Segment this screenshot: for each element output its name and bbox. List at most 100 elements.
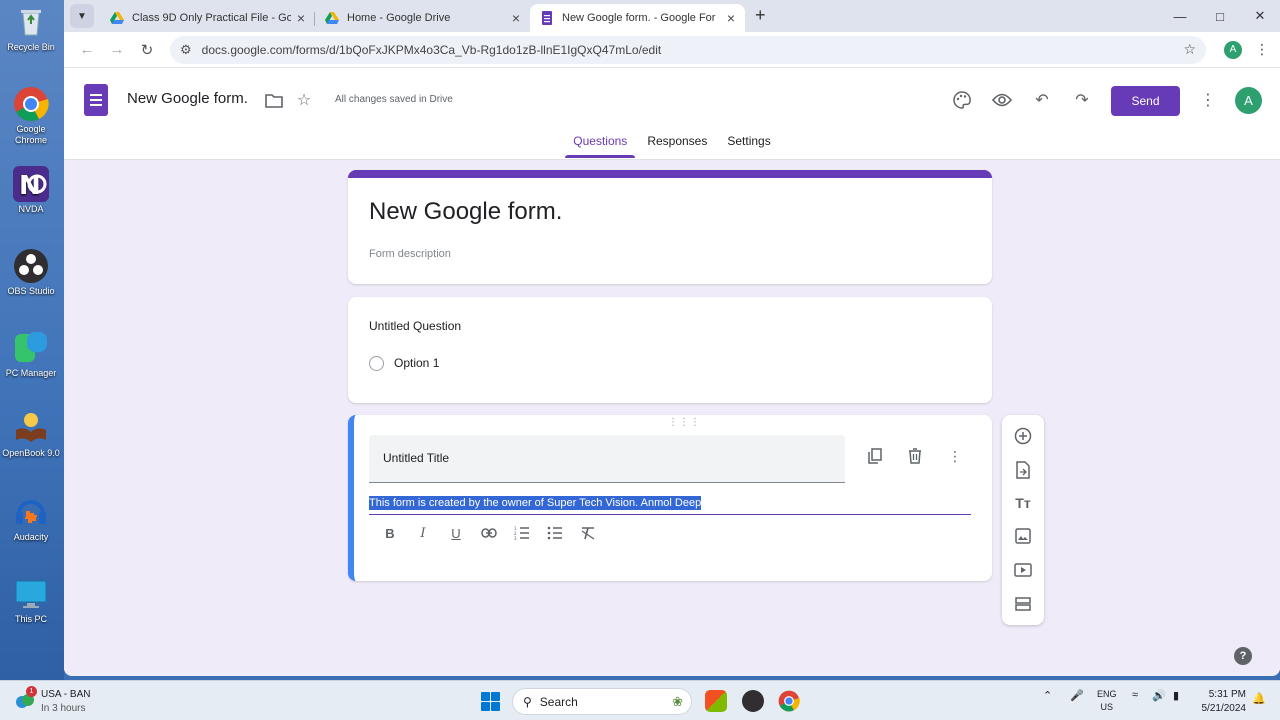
drag-handle-icon[interactable]: ⋮⋮⋮ [668,417,701,428]
chevron-up-icon[interactable]: ⌃ [1043,689,1052,702]
undo-icon[interactable]: ↶ [1030,88,1054,112]
add-image-icon[interactable] [1011,524,1035,548]
notification-badge: 1 [26,686,37,697]
document-title[interactable]: New Google form. [127,90,248,107]
selected-description-text: This form is created by the owner of Sup… [369,496,702,510]
bookmark-star-icon[interactable]: ☆ [1183,41,1196,58]
section-description-input[interactable]: This form is created by the owner of Sup… [369,495,971,515]
openbook-icon [13,410,49,446]
desktop-icon-audacity[interactable]: Audacity [0,494,62,543]
folder-icon[interactable] [262,88,286,112]
import-questions-icon[interactable] [1011,458,1035,482]
redo-icon[interactable]: ↷ [1070,88,1094,112]
minimize-icon[interactable]: — [1160,0,1200,32]
radio-button [369,356,384,371]
add-section-icon[interactable] [1011,592,1035,616]
new-tab-icon[interactable]: + [755,5,766,26]
search-label: Search [539,694,578,709]
add-video-icon[interactable] [1011,558,1035,582]
copilot-app-icon[interactable] [705,690,727,712]
clear-formatting-icon[interactable] [576,521,600,545]
google-forms-logo-icon[interactable] [84,84,108,116]
question-title[interactable]: Untitled Question [369,319,461,333]
form-title[interactable]: New Google form. [369,198,562,226]
close-icon[interactable]: × [512,10,520,26]
duplicate-icon[interactable] [864,445,886,467]
palette-icon[interactable] [950,88,974,112]
chrome-taskbar-icon[interactable] [778,690,800,712]
google-drive-icon [325,12,339,24]
account-avatar[interactable]: A [1235,87,1262,114]
tab-settings[interactable]: Settings [719,128,778,158]
taskbar-search[interactable]: ⚲ Search ❀ [512,688,692,715]
obs-taskbar-icon[interactable] [742,690,764,712]
desktop-icon-obs[interactable]: OBS Studio [0,248,62,297]
send-button[interactable]: Send [1111,86,1180,116]
help-icon[interactable]: ? [1234,647,1252,665]
notification-bell-icon[interactable]: 🔔 [1252,692,1266,705]
url-text[interactable]: docs.google.com/forms/d/1bQoFxJKPMx4o3Ca… [202,43,1184,57]
link-icon[interactable] [477,521,501,545]
title-description-card[interactable]: ⋮⋮⋮ Untitled Title ⋮ This form is create… [348,415,992,581]
desktop: Recycle Bin Google Chrome N NVDA OBS Stu… [0,0,64,680]
tab-questions[interactable]: Questions [565,128,636,158]
desktop-icon-label: Google Chrome [14,124,47,145]
forward-arrow-icon[interactable]: → [102,41,132,58]
bold-icon[interactable]: B [378,521,402,545]
italic-icon[interactable]: I [411,521,435,545]
close-icon[interactable]: × [727,10,735,26]
add-question-icon[interactable] [1011,424,1035,448]
wifi-icon[interactable]: ≈ [1132,689,1138,701]
battery-icon[interactable]: ▮ [1173,689,1179,702]
site-info-icon[interactable]: ⚙ [180,42,192,58]
volume-icon[interactable]: 🔊 [1152,689,1166,702]
underline-icon[interactable]: U [444,521,468,545]
browser-tab-active[interactable]: New Google form. - Google For × [530,4,745,32]
back-arrow-icon[interactable]: ← [72,41,102,58]
language-code: ENG [1097,689,1117,699]
more-options-icon[interactable]: ⋮ [1196,88,1220,112]
desktop-icon-openbook[interactable]: OpenBook 9.0 [0,410,62,459]
desktop-icon-chrome[interactable]: Google Chrome [0,86,62,146]
close-icon[interactable]: × [297,10,305,26]
maximize-icon[interactable]: □ [1200,0,1240,32]
form-title-card[interactable]: New Google form. Form description [348,170,992,284]
input-language[interactable]: ENG US [1097,688,1117,714]
question-card[interactable]: Untitled Question Option 1 [348,297,992,403]
browser-tab[interactable]: Class 9D Only Practical File - Go × [100,4,315,32]
tab-responses[interactable]: Responses [639,128,715,158]
recycle-bin-icon [13,4,49,40]
search-icon: ⚲ [523,694,532,709]
desktop-icon-pc-manager[interactable]: PC Manager [0,330,62,379]
star-icon[interactable]: ☆ [292,88,316,112]
close-window-icon[interactable]: ✕ [1240,0,1280,32]
profile-avatar[interactable]: A [1224,40,1242,59]
system-clock[interactable]: 5:31 PM 5/21/2024 [1196,688,1247,716]
region-code: US [1100,702,1114,712]
preview-eye-icon[interactable] [990,88,1014,112]
desktop-icon-nvda[interactable]: N NVDA [0,166,62,215]
omnibox[interactable]: ⚙ docs.google.com/forms/d/1bQoFxJKPMx4o3… [170,35,1206,64]
desktop-icon-recycle-bin[interactable]: Recycle Bin [0,4,62,53]
form-description-field[interactable]: Form description [369,248,451,260]
desktop-icon-label: Recycle Bin [7,42,55,52]
browser-menu-icon[interactable]: ⋮ [1252,41,1272,58]
window-controls: — □ ✕ [1160,0,1280,32]
form-editor-canvas: New Google form. Form description Untitl… [64,160,1280,676]
reload-icon[interactable]: ↻ [132,41,162,59]
section-title-input[interactable]: Untitled Title [369,435,845,483]
more-vert-icon[interactable]: ⋮ [944,445,966,467]
delete-icon[interactable] [904,445,926,467]
desktop-icon-this-pc[interactable]: This PC [0,576,62,625]
tab-strip: ▼ Class 9D Only Practical File - Go × Ho… [64,0,1280,32]
browser-tab[interactable]: Home - Google Drive × [315,4,530,32]
add-title-description-icon[interactable]: Tт [1011,491,1035,515]
tab-search-button[interactable]: ▼ [70,4,94,28]
tab-title: Class 9D Only Practical File - Go [132,12,291,24]
clock-date: 5/21/2024 [1201,703,1247,714]
numbered-list-icon[interactable]: 123 [510,521,534,545]
browser-window: ▼ Class 9D Only Practical File - Go × Ho… [64,0,1280,676]
microphone-icon[interactable]: 🎤 [1070,689,1084,702]
bulleted-list-icon[interactable] [543,521,567,545]
windows-start-icon[interactable] [481,692,500,711]
